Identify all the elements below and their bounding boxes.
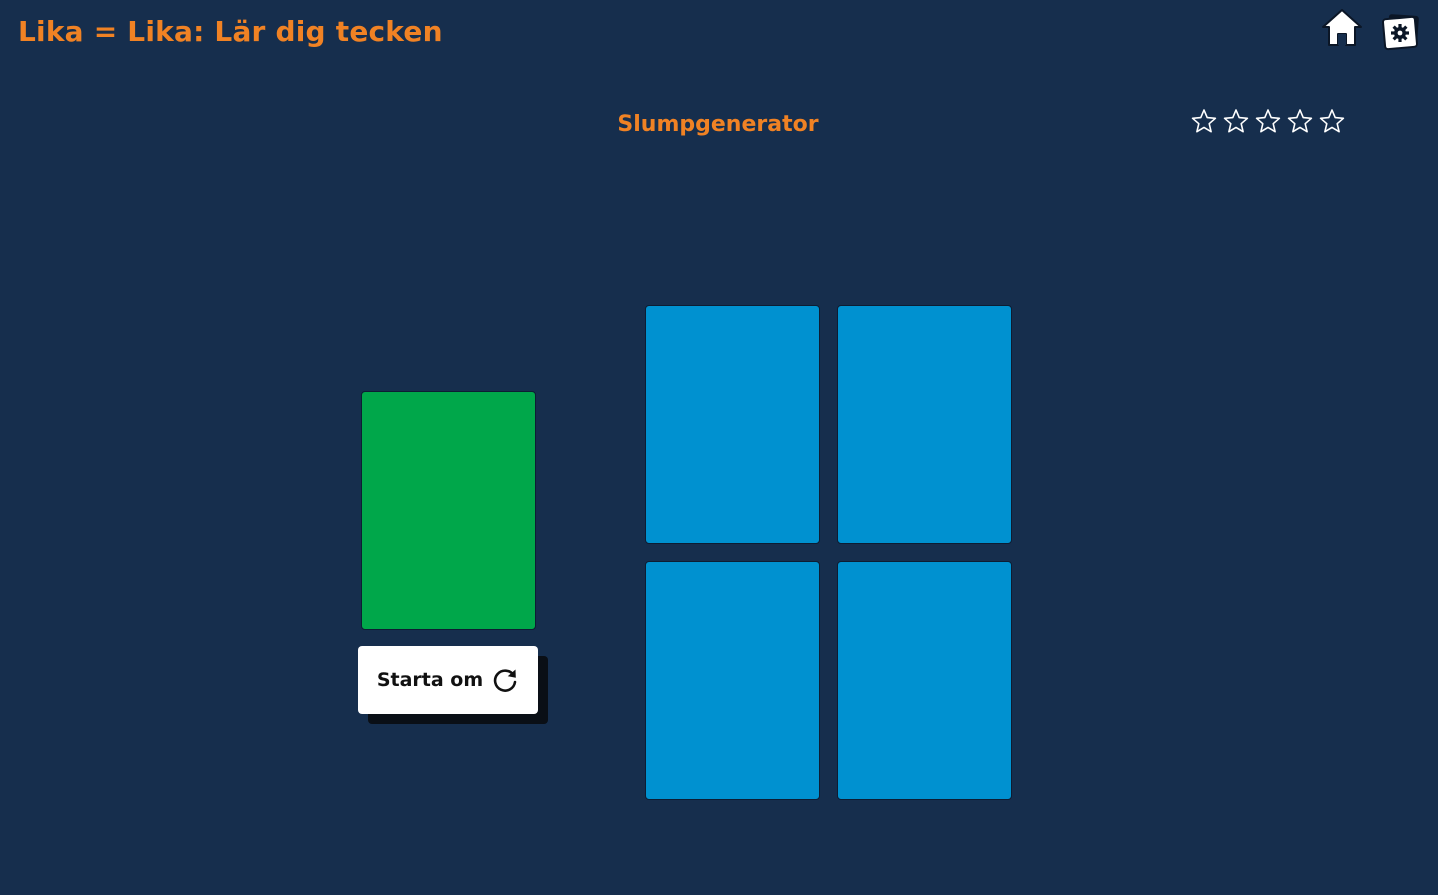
refresh-icon — [493, 669, 517, 692]
app-title: Lika = Lika: Lär dig tecken — [18, 15, 443, 48]
star-icon — [1319, 109, 1345, 133]
home-button[interactable] — [1320, 6, 1364, 50]
answer-card-2[interactable] — [837, 305, 1012, 544]
answer-card-1[interactable] — [645, 305, 820, 544]
restart-label: Starta om — [376, 669, 484, 691]
gear-icon — [1382, 14, 1419, 51]
home-icon — [1322, 9, 1362, 46]
star-rating — [1191, 108, 1345, 140]
star-icon — [1287, 109, 1313, 133]
app-root: Lika = Lika: Lär dig tecken Slumpgenerat… — [0, 0, 1438, 895]
main-card[interactable] — [361, 391, 536, 630]
answer-card-3[interactable] — [645, 561, 820, 800]
star-icon — [1223, 109, 1249, 133]
star-icon — [1255, 109, 1281, 133]
game-title: Slumpgenerator — [617, 112, 819, 137]
settings-button[interactable] — [1380, 12, 1422, 52]
star-icon — [1191, 109, 1217, 133]
restart-button[interactable]: Starta om — [358, 646, 538, 714]
answer-card-4[interactable] — [837, 561, 1012, 800]
